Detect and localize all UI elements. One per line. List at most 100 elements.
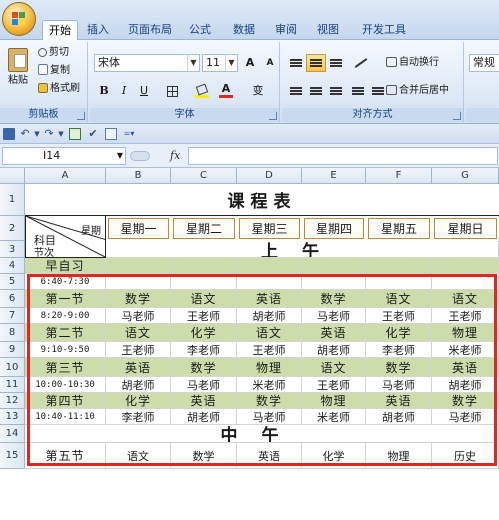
save-icon[interactable] xyxy=(2,127,16,141)
teacher-cell[interactable]: 王老师 xyxy=(432,308,499,324)
subject-cell[interactable]: 化学 xyxy=(171,324,237,342)
tab-data[interactable]: 数据 xyxy=(228,20,260,40)
subject-cell[interactable]: 数学 xyxy=(237,393,302,409)
subject-cell[interactable]: 物理 xyxy=(432,324,499,342)
subject-cell[interactable] xyxy=(106,258,171,274)
subject-cell[interactable]: 物理 xyxy=(237,358,302,377)
row-header-14[interactable]: 14 xyxy=(0,425,25,443)
row-header-7[interactable]: 7 xyxy=(0,308,25,324)
merge-center-button[interactable]: 合并后居中 xyxy=(386,84,449,98)
font-color-button[interactable]: A xyxy=(216,82,236,100)
tab-review[interactable]: 审阅 xyxy=(270,20,302,40)
subject-cell[interactable] xyxy=(237,258,302,274)
decrease-indent-button[interactable] xyxy=(348,82,368,100)
wrap-text-button[interactable]: 自动换行 xyxy=(386,56,439,70)
row-header-2[interactable]: 2 xyxy=(0,216,25,241)
time-cell[interactable]: 8:20-9:00 xyxy=(25,308,106,324)
teacher-cell[interactable]: 胡老师 xyxy=(366,409,432,425)
align-bottom-button[interactable] xyxy=(326,54,346,72)
row-header-8[interactable]: 8 xyxy=(0,324,25,342)
paste-button[interactable]: 粘贴 xyxy=(4,46,32,94)
name-box[interactable]: I14 ▼ xyxy=(2,147,126,165)
teacher-cell[interactable]: 王老师 xyxy=(302,377,366,393)
teacher-cell[interactable] xyxy=(366,274,432,290)
subject-cell[interactable]: 数学 xyxy=(302,290,366,308)
insert-function-button[interactable]: fx xyxy=(170,149,186,163)
column-header-f[interactable]: F xyxy=(366,168,432,184)
increase-indent-button[interactable] xyxy=(368,82,388,100)
chevron-down-icon[interactable]: ▼ xyxy=(225,55,237,71)
customize-toolbar-icon[interactable]: =▾ xyxy=(122,127,136,141)
day-header-2[interactable]: 星期二 xyxy=(173,218,235,239)
subject-cell[interactable]: 数学 xyxy=(106,290,171,308)
column-header-d[interactable]: D xyxy=(237,168,302,184)
row-header-12[interactable]: 12 xyxy=(0,393,25,409)
tab-insert[interactable]: 插入 xyxy=(82,20,114,40)
column-header-g[interactable]: G xyxy=(432,168,499,184)
teacher-cell[interactable]: 米老师 xyxy=(237,377,302,393)
clipboard-launcher-icon[interactable] xyxy=(77,112,85,120)
tab-developer[interactable]: 开发工具 xyxy=(356,20,412,40)
subject-cell[interactable]: 语文 xyxy=(106,324,171,342)
teacher-cell[interactable]: 米老师 xyxy=(432,342,499,358)
period-cell[interactable]: 第五节 xyxy=(25,443,106,469)
teacher-cell[interactable]: 胡老师 xyxy=(106,377,171,393)
subject-cell[interactable]: 英语 xyxy=(366,393,432,409)
borders-button[interactable] xyxy=(162,82,182,100)
teacher-cell[interactable]: 胡老师 xyxy=(237,308,302,324)
subject-cell[interactable]: 语文 xyxy=(432,290,499,308)
redo-dropdown-icon[interactable]: ▼ xyxy=(54,127,68,141)
teacher-cell[interactable]: 李老师 xyxy=(106,409,171,425)
tab-view[interactable]: 视图 xyxy=(312,20,344,40)
subject-cell[interactable]: 物理 xyxy=(366,443,432,469)
row-header-1[interactable]: 1 xyxy=(0,184,25,216)
row-header-15[interactable]: 15 xyxy=(0,443,25,469)
shrink-font-button[interactable]: A xyxy=(260,54,280,72)
time-cell[interactable]: 9:10-9:50 xyxy=(25,342,106,358)
subject-cell[interactable]: 数学 xyxy=(366,358,432,377)
copy-button[interactable]: 复制 xyxy=(38,64,70,78)
align-right-button[interactable] xyxy=(326,82,346,100)
font-name-combo[interactable]: 宋体 ▼ xyxy=(94,54,200,72)
font-launcher-icon[interactable] xyxy=(269,112,277,120)
teacher-cell[interactable] xyxy=(432,274,499,290)
teacher-cell[interactable]: 马老师 xyxy=(106,308,171,324)
subject-cell[interactable] xyxy=(432,258,499,274)
number-format-combo[interactable]: 常规 xyxy=(469,54,499,72)
row-header-9[interactable]: 9 xyxy=(0,342,25,358)
subject-cell[interactable]: 语文 xyxy=(106,443,171,469)
alignment-launcher-icon[interactable] xyxy=(453,112,461,120)
day-header-5[interactable]: 星期五 xyxy=(368,218,430,239)
period-cell[interactable]: 第三节 xyxy=(25,358,106,377)
check-icon[interactable]: ✔ xyxy=(86,127,100,141)
chevron-down-icon[interactable]: ▼ xyxy=(187,55,199,71)
subject-cell[interactable]: 数学 xyxy=(432,393,499,409)
teacher-cell[interactable]: 王老师 xyxy=(366,308,432,324)
subject-cell[interactable]: 语文 xyxy=(237,324,302,342)
subject-cell[interactable]: 历史 xyxy=(432,443,499,469)
day-header-4[interactable]: 星期四 xyxy=(304,218,364,239)
teacher-cell[interactable]: 王老师 xyxy=(106,342,171,358)
subject-cell[interactable] xyxy=(302,258,366,274)
day-header-3[interactable]: 星期三 xyxy=(239,218,300,239)
row-header-6[interactable]: 6 xyxy=(0,290,25,308)
subject-cell[interactable]: 化学 xyxy=(302,443,366,469)
subject-cell[interactable] xyxy=(366,258,432,274)
office-button[interactable] xyxy=(2,2,36,36)
column-header-b[interactable]: B xyxy=(106,168,171,184)
phonetic-guide-button[interactable]: 变 xyxy=(246,82,270,100)
schedule-title[interactable]: 课程表 xyxy=(25,184,499,216)
align-left-button[interactable] xyxy=(286,82,306,100)
teacher-cell[interactable]: 马老师 xyxy=(237,409,302,425)
fill-color-button[interactable] xyxy=(192,82,212,100)
subject-cell[interactable]: 英语 xyxy=(171,393,237,409)
underline-button[interactable]: U xyxy=(134,82,154,100)
row-header-10[interactable]: 10 xyxy=(0,358,25,377)
period-cell[interactable]: 第二节 xyxy=(25,324,106,342)
tab-home[interactable]: 开始 xyxy=(42,20,78,40)
align-center-button[interactable] xyxy=(306,82,326,100)
subject-cell[interactable]: 化学 xyxy=(106,393,171,409)
row-header-5[interactable]: 5 xyxy=(0,274,25,290)
bold-button[interactable]: B xyxy=(94,82,114,100)
column-header-c[interactable]: C xyxy=(171,168,237,184)
